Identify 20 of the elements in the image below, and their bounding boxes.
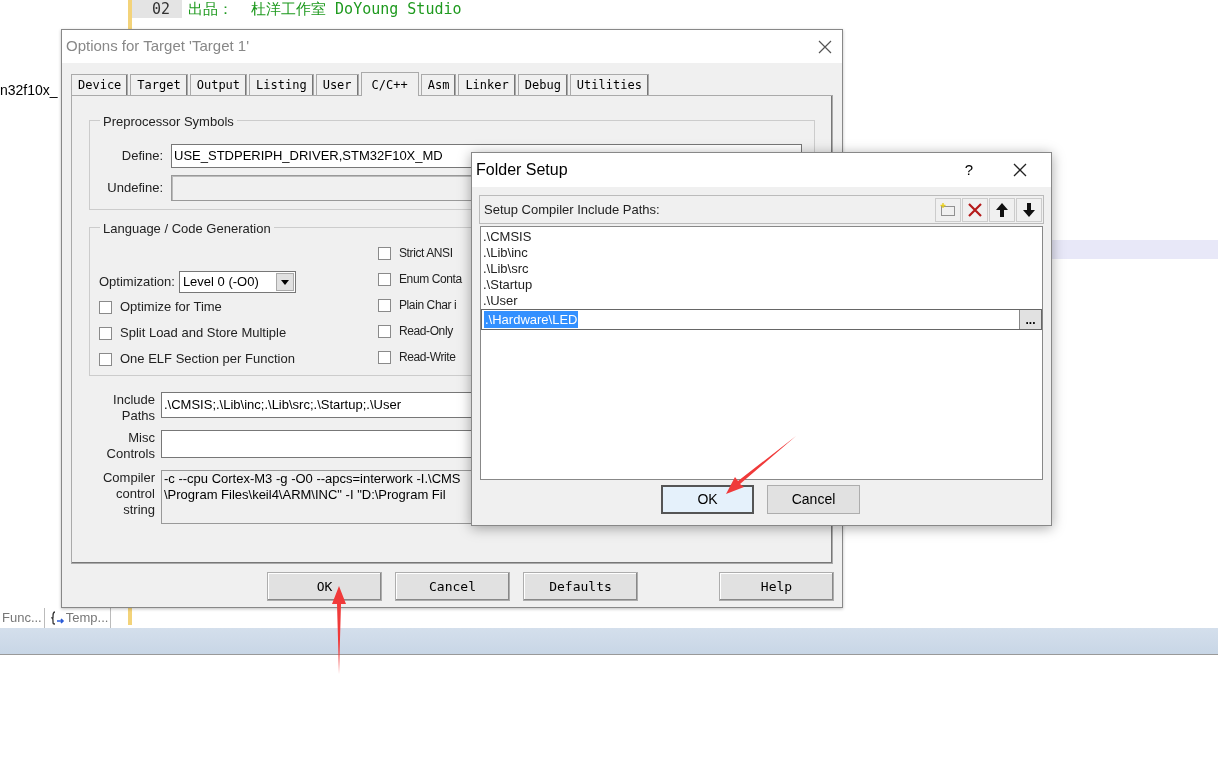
option-label: Read-Only <box>399 323 453 340</box>
option-label: Enum Conta <box>399 271 462 288</box>
option-label: Optimize for Time <box>120 298 222 317</box>
field-label: Include Paths <box>112 392 155 424</box>
field-label: Optimization: <box>99 273 175 292</box>
list-header: Setup Compiler Include Paths: <box>484 200 660 219</box>
field-label: Misc Controls <box>105 430 155 462</box>
window-title: Folder Setup <box>476 160 568 180</box>
field-label: Undefine: <box>106 179 163 198</box>
field-label: Define: <box>120 147 163 166</box>
window-title: Options for Target 'Target 1' <box>66 36 250 57</box>
option-label: One ELF Section per Function <box>120 350 295 369</box>
option-label: Read-Write <box>399 349 456 366</box>
line-number: 02 <box>132 0 182 18</box>
field-label: Compiler control string <box>102 470 155 518</box>
option-label: Strict ANSI <box>399 245 453 262</box>
file-name: n32f10x_ <box>0 81 58 100</box>
option-label: Plain Char i <box>399 297 457 314</box>
code-comment: 出品： 杜洋工作室 DoYoung Studio <box>188 0 462 18</box>
option-label: Split Load and Store Multiple <box>120 324 287 343</box>
